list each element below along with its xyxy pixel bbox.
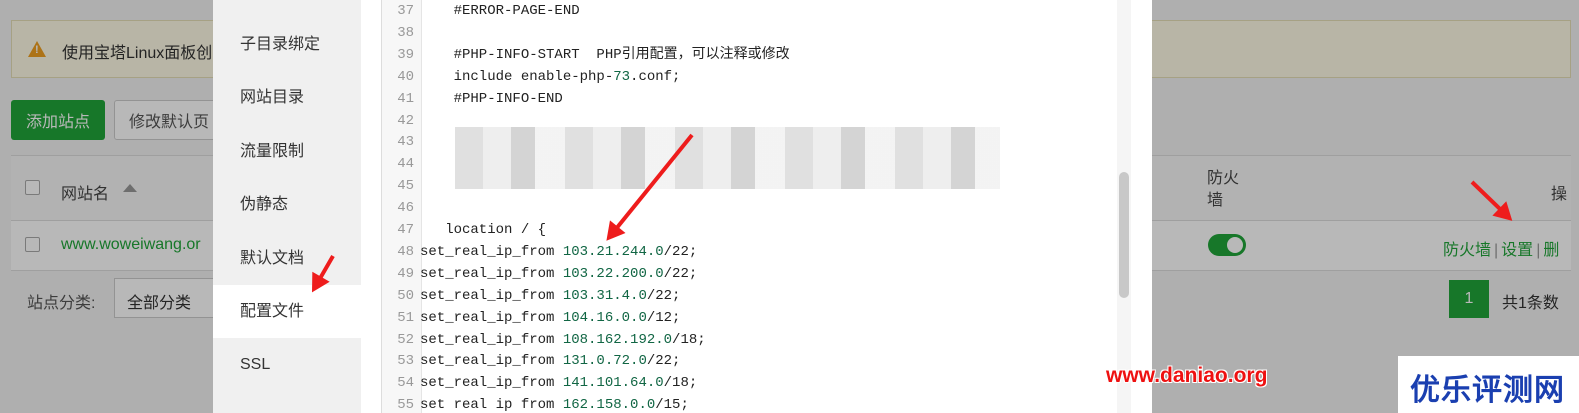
code-line[interactable]: 40 include enable-php-73.conf; [382,66,1122,88]
code-text: set real ip from [420,397,563,413]
line-number: 52 [397,331,414,348]
line-number: 39 [397,46,414,63]
code-line[interactable]: 41 #PHP-INFO-END [382,88,1122,110]
code-line[interactable]: 38 [382,22,1122,44]
line-number: 44 [397,156,414,173]
nav-config-file[interactable]: 配置文件 [213,285,361,338]
code-line[interactable]: 51 set_real_ip_from 104.16.0.0/12; [382,307,1122,329]
line-number: 41 [397,90,414,107]
code-line[interactable]: 46 [382,197,1122,219]
code-number: 73 [613,68,631,85]
code-text: #ERROR-PAGE-END [420,3,580,19]
editor-scrollbar-thumb[interactable] [1119,172,1129,298]
code-text: set_real_ip_from [420,309,563,326]
code-text: #PHP-INFO-END [420,90,563,107]
code-text-suffix: /22; [646,287,681,304]
nav-rewrite[interactable]: 伪静态 [213,178,361,231]
line-number: 37 [397,3,414,19]
code-text: location / { [420,222,547,238]
code-text: #PHP-INFO-START PHP引用配置，可以注释或修改 [420,46,790,63]
nav-site-directory[interactable]: 网站目录 [213,71,361,124]
code-text: set_real_ip_from [420,287,563,304]
code-text: set_real_ip_from [420,375,563,392]
redacted-area [455,127,1000,189]
code-text-suffix: /15; [655,397,689,413]
code-text: set_real_ip_from [420,243,563,260]
modal-sidebar: 子目录绑定 网站目录 流量限制 伪静态 默认文档 配置文件 SSL [213,0,361,413]
line-number: 48 [397,243,414,260]
line-number: 43 [397,134,414,151]
code-number: 104.16.0.0 [562,309,647,326]
code-line[interactable]: 47 location / { [382,219,1122,241]
code-line[interactable]: 49 set_real_ip_from 103.22.200.0/22; [382,263,1122,285]
code-text-suffix: /18; [672,331,706,348]
code-line[interactable]: 53 set_real_ip_from 131.0.72.0/22; [382,350,1122,372]
line-number: 53 [397,353,414,370]
code-line[interactable]: 48 set_real_ip_from 103.21.244.0/22; [382,241,1122,263]
code-line[interactable]: 54 set_real_ip_from 141.101.64.0/18; [382,372,1122,394]
code-number: 108.162.192.0 [562,331,673,348]
code-text-suffix: /12; [646,309,681,326]
code-number: 162.158.0.0 [562,397,656,413]
code-text: set_real_ip_from [420,331,563,348]
line-number: 50 [397,287,414,304]
code-text-suffix: /22; [646,353,681,370]
code-line[interactable]: 55 set real ip from 162.158.0.0/15; [382,394,1122,413]
code-text: set_real_ip_from [420,265,563,282]
line-number: 42 [397,112,414,129]
code-text: set_real_ip_from [420,353,563,370]
code-text-suffix: .conf; [630,68,681,85]
code-text: include enable-php- [420,68,614,85]
nav-subdirectory-binding[interactable]: 子目录绑定 [213,18,361,71]
code-number: 141.101.64.0 [562,375,664,392]
nav-default-document[interactable]: 默认文档 [213,232,361,285]
code-number: 131.0.72.0 [562,353,647,370]
code-number: 103.31.4.0 [562,287,647,304]
config-editor[interactable]: 37 #ERROR-PAGE-END 38 39 #PHP-INFO-START P… [381,0,1131,413]
watermark-brand: 优乐评测网 [1398,356,1579,413]
line-number: 49 [397,265,414,282]
code-line[interactable]: 52 set_real_ip_from 108.162.192.0/18; [382,329,1122,351]
line-number: 47 [397,222,414,238]
code-text-suffix: /22; [663,265,698,282]
nav-ssl[interactable]: SSL [213,338,361,391]
code-line[interactable]: 50 set_real_ip_from 103.31.4.0/22; [382,285,1122,307]
line-number: 38 [397,24,414,41]
line-number: 55 [397,397,414,413]
site-settings-modal: 子目录绑定 网站目录 流量限制 伪静态 默认文档 配置文件 SSL 37 #ER… [213,0,1152,413]
code-text-suffix: /22; [663,243,698,260]
watermark-brand-text: 优乐评测网 [1410,373,1565,408]
line-number: 54 [397,375,414,392]
line-number: 40 [397,68,414,85]
line-number: 46 [397,200,414,217]
code-text-suffix: /18; [663,375,698,392]
nav-traffic-limit[interactable]: 流量限制 [213,125,361,178]
watermark-url: www.daniao.org [1106,364,1268,387]
code-number: 103.22.200.0 [562,265,664,282]
code-line[interactable]: 39 #PHP-INFO-START PHP引用配置，可以注释或修改 [382,44,1122,66]
line-number: 51 [397,309,414,326]
code-line[interactable]: 37 #ERROR-PAGE-END [382,0,1122,22]
line-number: 45 [397,178,414,195]
